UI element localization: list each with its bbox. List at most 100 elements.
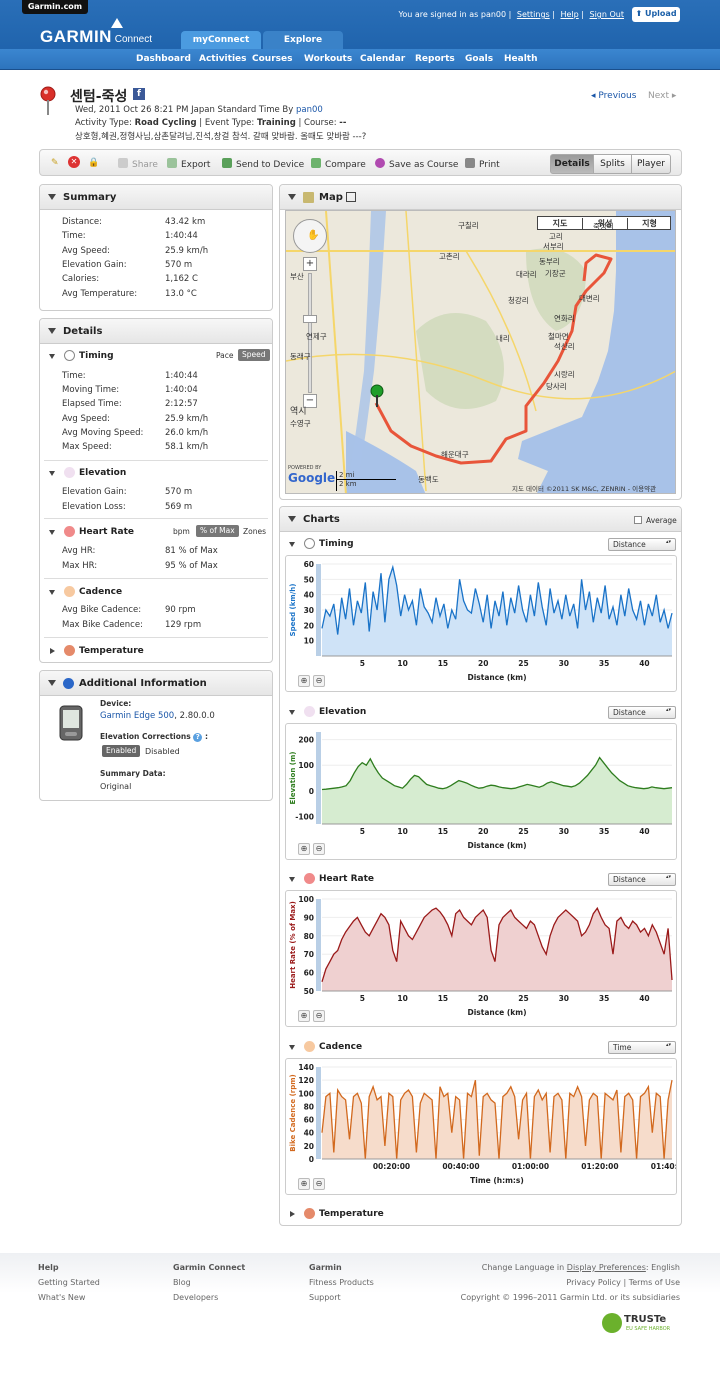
speed-toggle[interactable]: Speed	[238, 349, 270, 361]
summary-header[interactable]: Summary	[40, 185, 272, 210]
print-button[interactable]: Print	[465, 158, 500, 170]
zoom-in-icon[interactable]: ⊕	[298, 675, 310, 687]
bpm-toggle[interactable]: bpm	[173, 527, 190, 536]
facebook-icon[interactable]: f	[133, 88, 145, 100]
map-canvas[interactable]	[286, 211, 676, 494]
previous-link[interactable]: ◂ Previous	[591, 91, 636, 101]
whats-new-link[interactable]: What's New	[38, 1293, 85, 1302]
export-button[interactable]: Export	[167, 158, 210, 170]
truste-badge[interactable]: TRUSTe EU SAFE HARBOR	[602, 1313, 682, 1333]
charts-header[interactable]: Charts	[280, 507, 681, 532]
stat-label: Max Bike Cadence:	[62, 619, 143, 630]
tab-myconnect[interactable]: myConnect	[181, 31, 261, 49]
disabled-option[interactable]: Disabled	[145, 747, 180, 756]
pace-toggle[interactable]: Pace	[216, 351, 234, 360]
activity-type-value[interactable]: Road Cycling	[135, 118, 197, 128]
nav-health[interactable]: Health	[504, 54, 538, 64]
temperature-section[interactable]: Temperature	[40, 642, 272, 662]
map-type-map[interactable]: 지도	[538, 218, 582, 229]
heart-icon	[304, 873, 315, 884]
nav-courses[interactable]: Courses	[252, 54, 292, 64]
zoom-in-button[interactable]: +	[303, 257, 317, 271]
map-header[interactable]: Map	[280, 185, 681, 210]
send-icon	[222, 158, 232, 168]
upload-button[interactable]: ⬆ Upload	[632, 7, 680, 22]
enabled-option[interactable]: Enabled	[102, 745, 141, 757]
settings-link[interactable]: Settings	[517, 10, 550, 19]
nav-dashboard[interactable]: Dashboard	[136, 54, 191, 64]
garmin-connect-logo[interactable]: GARMIN Connect	[40, 27, 152, 47]
details-view-button[interactable]: Details	[550, 154, 594, 174]
nav-goals[interactable]: Goals	[465, 54, 493, 64]
zoom-out-icon[interactable]: ⊖	[313, 1178, 325, 1190]
zoom-in-icon[interactable]: ⊕	[298, 1178, 310, 1190]
details-header[interactable]: Details	[40, 319, 272, 344]
timing-chart[interactable]: 10 20 30 40 50 60 5 10 15 20 25 30 35 40 Speed (km/h) D…	[286, 556, 676, 691]
map-pan-control[interactable]: ✋	[293, 219, 327, 253]
summary-panel: Summary Distance: 43.42 km Time: 1:40:44 Avg…	[39, 184, 273, 311]
additional-info-header[interactable]: Additional Information	[40, 671, 272, 696]
sign-out-link[interactable]: Sign Out	[590, 10, 625, 19]
heart-rate-chart[interactable]: 50 60 70 80 90 100 5 10 15 20 25 30 35 40 Heart Rate (…	[286, 891, 676, 1026]
device-link[interactable]: Garmin Edge 500	[100, 711, 174, 721]
popout-map-icon[interactable]	[346, 192, 356, 202]
next-link[interactable]: Next ▸	[648, 91, 676, 101]
privacy-terms-links[interactable]: Privacy Policy | Terms of Use	[566, 1278, 680, 1287]
zones-toggle[interactable]: Zones	[243, 527, 266, 536]
google-logo[interactable]: Google	[288, 471, 335, 485]
cadence-section[interactable]: Cadence	[40, 583, 272, 603]
save-as-course-button[interactable]: Save as Course	[375, 158, 458, 170]
nav-reports[interactable]: Reports	[415, 54, 455, 64]
zoom-out-icon[interactable]: ⊖	[313, 843, 325, 855]
stat-value: 25.9 km/h	[165, 245, 209, 256]
map-view[interactable]: ✋ + − 지도 위성 지형 구칠리 고리 서부리 동부리 대라리 기장군 고촌…	[285, 210, 676, 494]
x-axis-label: Distance (km)	[467, 1008, 526, 1017]
help-icon[interactable]: ?	[193, 733, 203, 742]
x-tick-label: 30	[559, 994, 569, 1003]
lock-icon[interactable]: 🔒	[88, 158, 99, 168]
activity-description[interactable]: 상호형,혜권,정형사님,삼촌달려님,진석,창걸 참석. 갈때 맞바람. 올때도 …	[75, 130, 366, 142]
getting-started-link[interactable]: Getting Started	[38, 1278, 100, 1287]
edit-pencil-icon[interactable]: ✎	[51, 158, 59, 168]
elevation-chart[interactable]: -100 0 100 200 5 10 15 20 25 30 35 40 Elevation (m) D…	[286, 724, 676, 859]
map-icon	[303, 192, 314, 203]
zoom-out-icon[interactable]: ⊖	[313, 675, 325, 687]
zoom-slider-handle[interactable]	[303, 315, 317, 323]
timing-axis-select[interactable]: Distance	[608, 538, 676, 551]
send-to-device-button[interactable]: Send to Device	[222, 158, 304, 170]
delete-icon[interactable]: ✕	[68, 156, 80, 168]
support-link[interactable]: Support	[309, 1293, 341, 1302]
nav-activities[interactable]: Activities	[199, 54, 247, 64]
range-strip	[316, 732, 321, 824]
player-view-button[interactable]: Player	[631, 154, 671, 174]
tab-explore[interactable]: Explore	[263, 31, 343, 49]
fitness-products-link[interactable]: Fitness Products	[309, 1278, 374, 1287]
activity-title[interactable]: 센텀-죽성	[70, 86, 127, 106]
zoom-in-icon[interactable]: ⊕	[298, 1010, 310, 1022]
x-tick-label: 35	[599, 994, 609, 1003]
nav-workouts[interactable]: Workouts	[304, 54, 352, 64]
garmin-com-tab[interactable]: Garmin.com	[22, 0, 88, 14]
splits-view-button[interactable]: Splits	[593, 154, 632, 174]
average-checkbox[interactable]	[634, 516, 642, 524]
zoom-in-icon[interactable]: ⊕	[298, 843, 310, 855]
event-type-value[interactable]: Training	[257, 118, 296, 128]
percent-max-toggle[interactable]: % of Max	[196, 525, 239, 537]
heart-rate-axis-select[interactable]: Distance	[608, 873, 676, 886]
zoom-out-icon[interactable]: ⊖	[313, 1010, 325, 1022]
compare-button[interactable]: Compare	[311, 158, 366, 170]
cadence-axis-select[interactable]: Time	[608, 1041, 676, 1054]
cadence-chart[interactable]: 0 20 40 60 80 100 120 140 00:20:00 00:40:00 01:00:…	[286, 1059, 688, 1194]
nav-calendar[interactable]: Calendar	[360, 54, 405, 64]
stat-value: 58.1 km/h	[165, 442, 209, 452]
blog-link[interactable]: Blog	[173, 1278, 191, 1287]
share-button[interactable]: Share	[118, 158, 158, 170]
map-type-terrain[interactable]: 지형	[627, 218, 671, 229]
help-link[interactable]: Help	[560, 10, 578, 19]
elevation-section[interactable]: Elevation	[40, 464, 272, 484]
temperature-chart-section[interactable]: Temperature	[280, 1205, 680, 1225]
display-preferences-link[interactable]: Display Preferences	[567, 1263, 646, 1272]
elevation-axis-select[interactable]: Distance	[608, 706, 676, 719]
user-link[interactable]: pan00	[296, 105, 323, 115]
developers-link[interactable]: Developers	[173, 1293, 218, 1302]
